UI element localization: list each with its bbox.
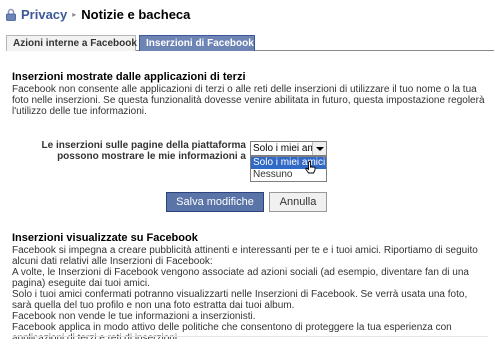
facebook-ads-paragraph: Facebook si impegna a creare pubblicità … bbox=[12, 245, 478, 267]
mouse-pointer-icon bbox=[305, 161, 317, 177]
audience-select[interactable]: Solo i miei amici bbox=[250, 141, 327, 156]
third-party-section-title: Inserzioni mostrate dalle applicazioni d… bbox=[12, 71, 246, 83]
facebook-ads-paragraph: Facebook non vende le tue informazioni a… bbox=[12, 311, 256, 322]
divider bbox=[12, 336, 488, 337]
setting-label: Le inserzioni sulle pagine della piattaf… bbox=[41, 140, 247, 162]
facebook-ads-description: Facebook si impegna a creare pubblicità … bbox=[12, 245, 488, 339]
tab-bar: Azioni interne a Facebook Inserzioni di … bbox=[6, 35, 494, 51]
cancel-button[interactable]: Annulla bbox=[269, 192, 327, 212]
tab-inserzioni-facebook[interactable]: Inserzioni di Facebook bbox=[139, 35, 255, 51]
breadcrumb: Privacy ▸ Notizie e bacheca bbox=[6, 6, 190, 22]
page-title: Notizie e bacheca bbox=[81, 6, 191, 22]
facebook-ads-paragraph: A volte, le Inserzioni di Facebook vengo… bbox=[12, 267, 469, 289]
breadcrumb-separator: ▸ bbox=[72, 9, 77, 19]
lock-icon bbox=[6, 8, 16, 21]
tab-azioni-interne[interactable]: Azioni interne a Facebook bbox=[6, 35, 137, 51]
facebook-ads-section-title: Inserzioni visualizzate su Facebook bbox=[12, 232, 198, 244]
save-button[interactable]: Salva modifiche bbox=[166, 192, 264, 212]
facebook-ads-paragraph: Solo i tuoi amici confermati potranno vi… bbox=[12, 289, 468, 311]
third-party-description: Facebook non consente alle applicazioni … bbox=[12, 84, 485, 117]
breadcrumb-privacy-link[interactable]: Privacy bbox=[21, 7, 67, 22]
chevron-down-icon[interactable] bbox=[312, 142, 326, 155]
